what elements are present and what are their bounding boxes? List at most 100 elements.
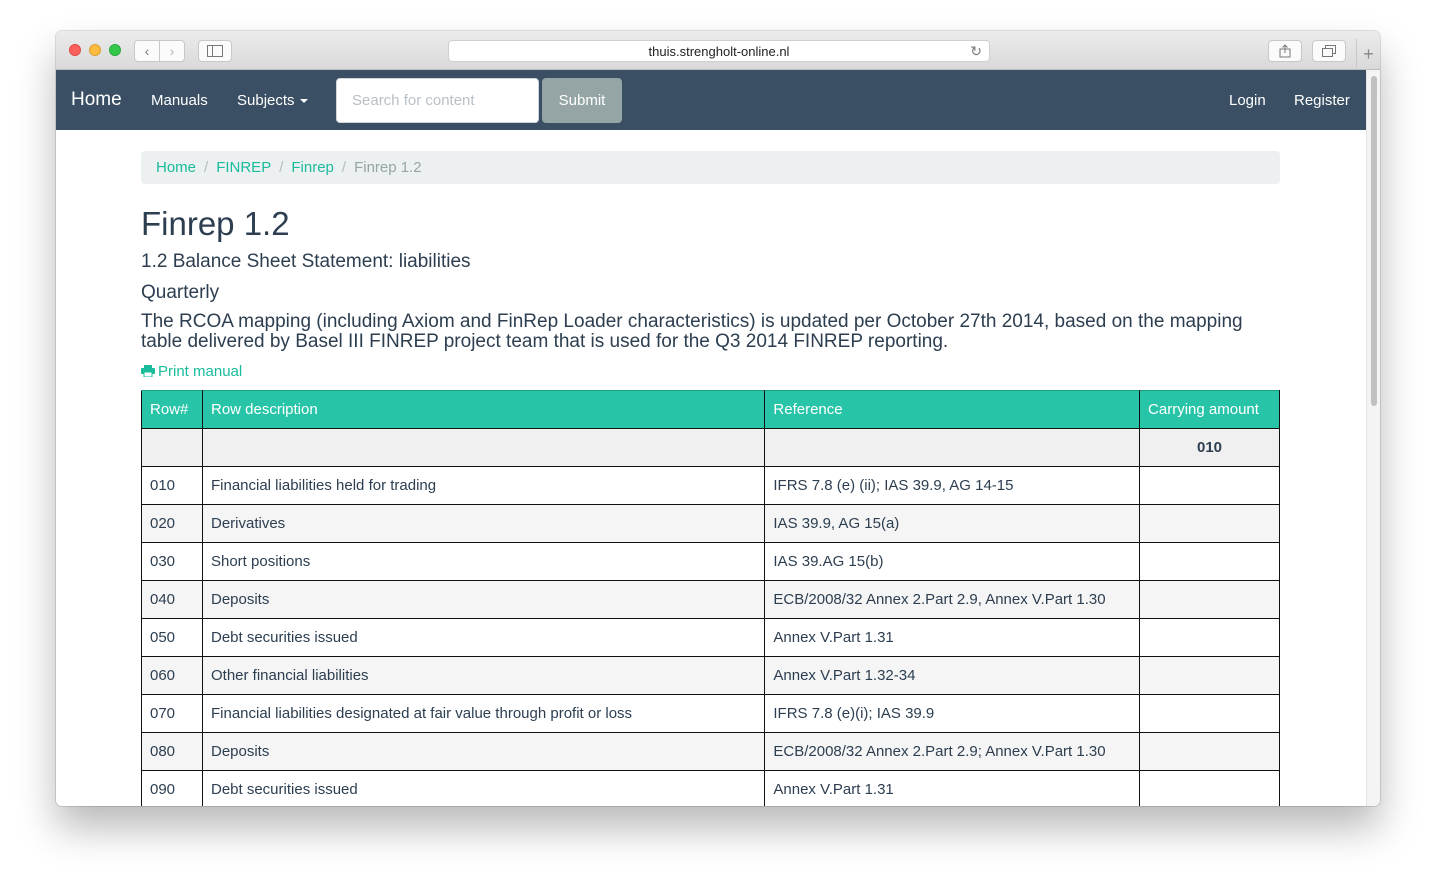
- tab-overview-button[interactable]: [1312, 40, 1346, 62]
- row-description-cell: Debt securities issued: [201, 770, 766, 806]
- carrying-amount-cell: [1139, 504, 1280, 543]
- nav-register[interactable]: Register: [1294, 92, 1350, 109]
- nav-subjects-dropdown[interactable]: Subjects: [237, 92, 308, 109]
- minimize-window-icon[interactable]: [89, 44, 101, 56]
- print-manual-link[interactable]: Print manual: [141, 363, 242, 380]
- table-header-row: Row# Row description Reference Carrying …: [141, 390, 1280, 429]
- reference-cell: IAS 39.9, AG 15(a): [764, 504, 1141, 543]
- browser-titlebar: ‹ › thuis.strengholt-online.nl ↻ +: [56, 31, 1380, 70]
- reference-cell: IAS 39.AG 15(b): [764, 542, 1141, 581]
- nav-login[interactable]: Login: [1229, 92, 1266, 109]
- row-description-cell: Debt securities issued: [201, 618, 766, 657]
- carrying-amount-column-code: 010: [1139, 428, 1280, 467]
- address-bar[interactable]: thuis.strengholt-online.nl ↻: [448, 40, 990, 62]
- reference-cell: ECB/2008/32 Annex 2.Part 2.9, Annex V.Pa…: [764, 580, 1141, 619]
- navbar: Home Manuals Subjects Submit Login Regis…: [56, 70, 1366, 130]
- table-row: 020 Derivatives IAS 39.9, AG 15(a): [141, 504, 1280, 543]
- row-number-cell: 060: [141, 656, 203, 695]
- header-row-description: Row description: [201, 390, 766, 429]
- header-carrying-amount: Carrying amount: [1139, 390, 1280, 429]
- row-number-cell: 050: [141, 618, 203, 657]
- reference-cell: Annex V.Part 1.32-34: [764, 656, 1141, 695]
- reporting-frequency: Quarterly: [141, 282, 220, 303]
- row-description-cell: Financial liabilities designated at fair…: [201, 694, 766, 733]
- forward-button[interactable]: ›: [159, 40, 185, 62]
- nav-manuals[interactable]: Manuals: [151, 92, 208, 109]
- plus-icon: +: [1363, 44, 1374, 64]
- carrying-amount-cell: [1139, 466, 1280, 505]
- sidebar-icon: [207, 45, 223, 57]
- header-reference: Reference: [764, 390, 1141, 429]
- breadcrumb-separator: /: [341, 159, 347, 176]
- carrying-amount-cell: [1139, 542, 1280, 581]
- nav-brand-home[interactable]: Home: [71, 89, 122, 111]
- table-cell: [201, 428, 766, 467]
- row-number-cell: 020: [141, 504, 203, 543]
- breadcrumb-separator: /: [279, 159, 284, 176]
- row-number-cell: 090: [141, 770, 203, 806]
- row-number-cell: 040: [141, 580, 203, 619]
- page-title: Finrep 1.2: [141, 205, 290, 242]
- reference-cell: ECB/2008/32 Annex 2.Part 2.9; Annex V.Pa…: [764, 732, 1141, 771]
- row-description-cell: Deposits: [201, 732, 766, 771]
- caret-down-icon: [299, 99, 308, 104]
- table-row: 060 Other financial liabilities Annex V.Pa…: [141, 656, 1280, 695]
- search-input[interactable]: [336, 78, 539, 123]
- table-cell: [141, 428, 203, 467]
- table-row: 050 Debt securities issued Annex V.Part 1.…: [141, 618, 1280, 657]
- print-icon: [141, 365, 155, 377]
- table-row: 040 Deposits ECB/2008/32 Annex 2.Part 2.9,…: [141, 580, 1280, 619]
- breadcrumb-separator: /: [204, 159, 209, 176]
- table-cell: [764, 428, 1141, 467]
- carrying-amount-cell: [1139, 694, 1280, 733]
- reference-cell: IFRS 7.8 (e)(i); IAS 39.9: [764, 694, 1141, 733]
- row-number-cell: 010: [141, 466, 203, 505]
- sidebar-toggle-button[interactable]: [198, 40, 232, 62]
- reload-icon[interactable]: ↻: [970, 41, 982, 62]
- page-subtitle: 1.2 Balance Sheet Statement: liabilities: [141, 251, 471, 272]
- breadcrumb-home[interactable]: Home: [156, 159, 196, 176]
- breadcrumb: Home / FINREP / Finrep / Finrep 1.2: [141, 151, 1280, 184]
- chevron-left-icon: ‹: [144, 43, 150, 59]
- chevron-right-icon: ›: [169, 43, 175, 59]
- page-description: The RCOA mapping (including Axiom and Fi…: [141, 311, 1243, 352]
- search-submit-button[interactable]: Submit: [542, 78, 622, 123]
- print-manual-label: Print manual: [158, 363, 243, 380]
- carrying-amount-cell: [1139, 732, 1280, 771]
- table-row: 070 Financial liabilities designated at f…: [141, 694, 1280, 733]
- breadcrumb-finrep[interactable]: Finrep: [291, 159, 334, 176]
- vertical-scrollbar[interactable]: [1366, 70, 1380, 806]
- carrying-amount-cell: [1139, 656, 1280, 695]
- breadcrumb-finrep-upper[interactable]: FINREP: [216, 159, 271, 176]
- page-viewport: Home Manuals Subjects Submit Login Regis…: [56, 70, 1366, 806]
- row-description-cell: Derivatives: [201, 504, 766, 543]
- tabs-icon: [1322, 45, 1336, 57]
- table-row: 010 Financial liabilities held for tradin…: [141, 466, 1280, 505]
- row-number-cell: 070: [141, 694, 203, 733]
- share-button[interactable]: [1268, 40, 1302, 62]
- breadcrumb-current: Finrep 1.2: [354, 159, 422, 176]
- header-row-number: Row#: [141, 390, 203, 429]
- carrying-amount-cell: [1139, 618, 1280, 657]
- table-row: 080 Deposits ECB/2008/32 Annex 2.Part 2.9;…: [141, 732, 1280, 771]
- table-row: 030 Short positions IAS 39.AG 15(b): [141, 542, 1280, 581]
- browser-window: ‹ › thuis.strengholt-online.nl ↻ + Home …: [56, 31, 1380, 806]
- row-description-cell: Short positions: [201, 542, 766, 581]
- reference-cell: Annex V.Part 1.31: [764, 770, 1141, 806]
- row-number-cell: 080: [141, 732, 203, 771]
- url-text: thuis.strengholt-online.nl: [648, 44, 790, 59]
- manual-table: Row# Row description Reference Carrying …: [141, 390, 1280, 806]
- new-tab-button[interactable]: +: [1356, 39, 1380, 70]
- zoom-window-icon[interactable]: [109, 44, 121, 56]
- carrying-amount-cell: [1139, 580, 1280, 619]
- reference-cell: Annex V.Part 1.31: [764, 618, 1141, 657]
- back-button[interactable]: ‹: [134, 40, 160, 62]
- row-number-cell: 030: [141, 542, 203, 581]
- scrollbar-thumb[interactable]: [1371, 76, 1377, 406]
- close-window-icon[interactable]: [69, 44, 81, 56]
- reference-cell: IFRS 7.8 (e) (ii); IAS 39.9, AG 14-15: [764, 466, 1141, 505]
- row-description-cell: Financial liabilities held for trading: [201, 466, 766, 505]
- row-description-cell: Other financial liabilities: [201, 656, 766, 695]
- nav-subjects-label: Subjects: [237, 92, 295, 109]
- carrying-amount-cell: [1139, 770, 1280, 806]
